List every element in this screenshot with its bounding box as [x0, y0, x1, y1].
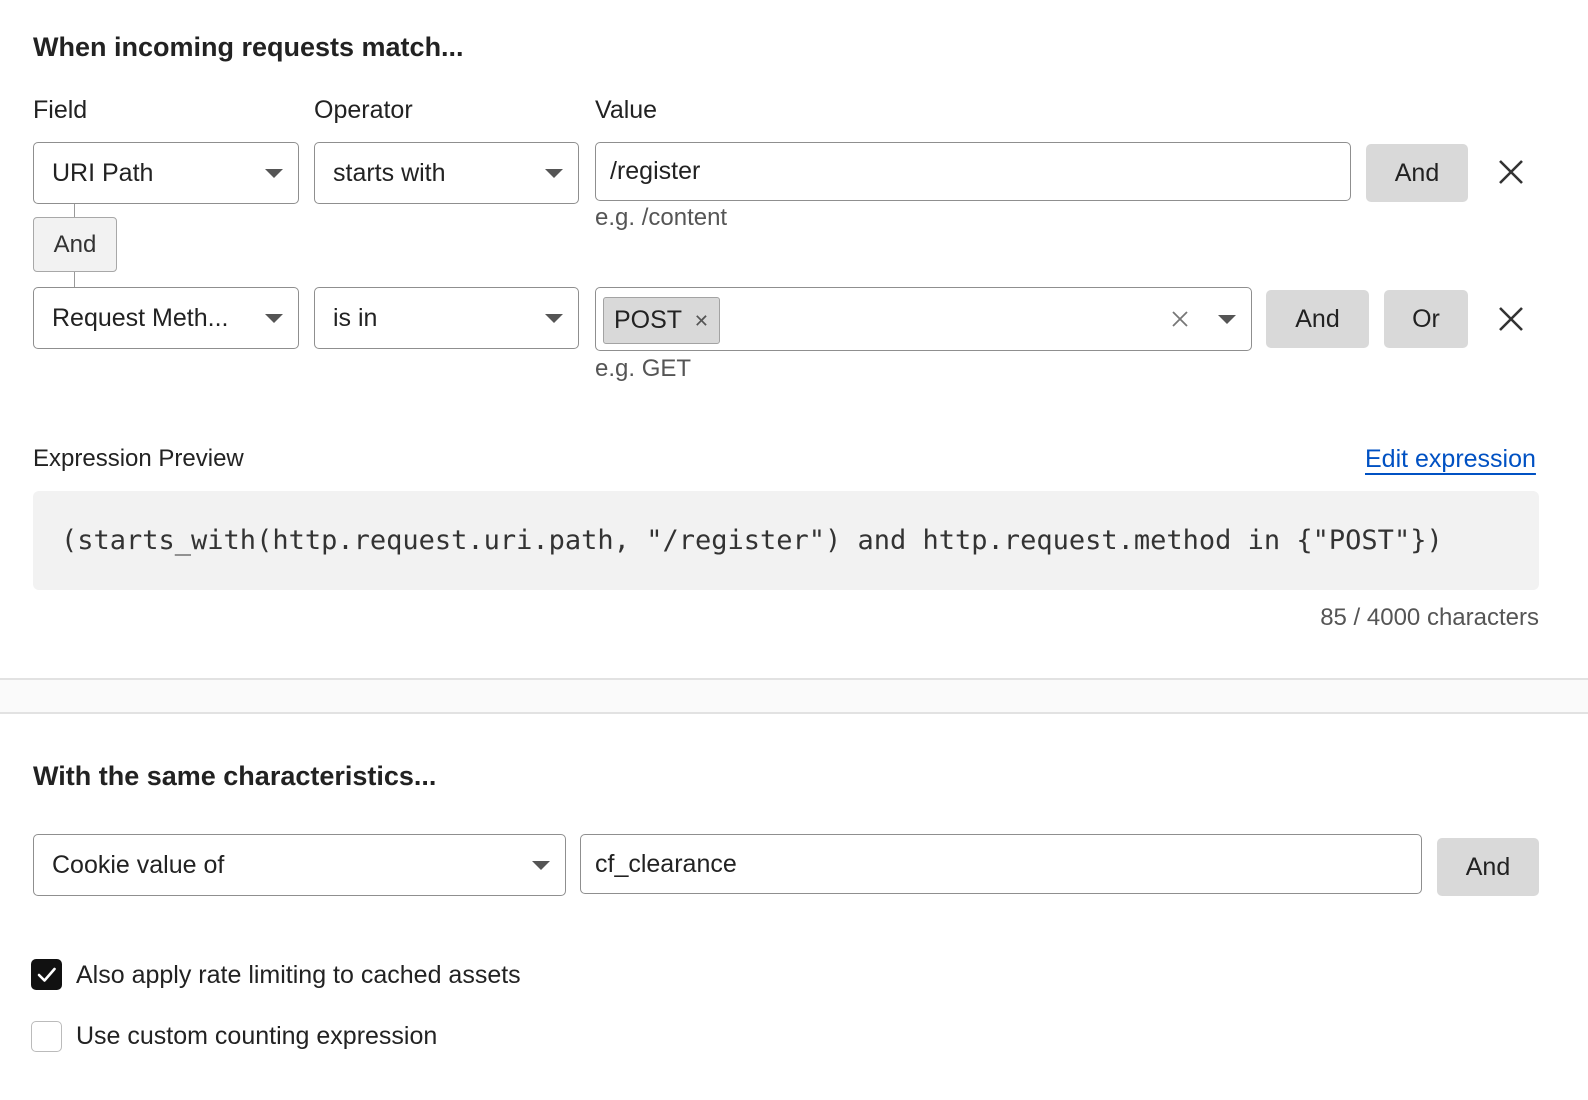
or-button-row-2[interactable]: Or	[1384, 290, 1468, 348]
cookie-name-input[interactable]	[580, 834, 1422, 894]
value-chip-post: POST ✕	[603, 297, 720, 344]
chevron-down-icon	[265, 169, 283, 178]
connector-line-top	[74, 204, 75, 217]
and-connector-button[interactable]: And	[33, 217, 117, 272]
field-select-row-2[interactable]: Request Meth...	[33, 287, 299, 349]
operator-select-value: is in	[333, 303, 378, 332]
remove-row-1-close-icon[interactable]	[1491, 152, 1531, 192]
value-column-label: Value	[595, 96, 658, 124]
expression-preview-box: (starts_with(http.request.uri.path, "/re…	[33, 491, 1539, 590]
value-hint-row-1: e.g. /content	[595, 204, 728, 231]
field-select-value: URI Path	[52, 158, 154, 187]
characteristics-section-title: With the same characteristics...	[33, 761, 437, 791]
custom-counting-checkbox[interactable]	[31, 1021, 62, 1052]
and-button-row-2[interactable]: And	[1266, 290, 1369, 348]
chip-label: POST	[614, 306, 683, 334]
expression-preview-text: (starts_with(http.request.uri.path, "/re…	[61, 525, 1443, 556]
operator-select-value: starts with	[333, 158, 446, 187]
operator-select-row-2[interactable]: is in	[314, 287, 579, 349]
chevron-down-icon	[545, 169, 563, 178]
checkmark-icon	[37, 967, 56, 982]
chevron-down-icon	[265, 314, 283, 323]
match-section-title: When incoming requests match...	[33, 32, 464, 62]
characteristic-select-value: Cookie value of	[52, 850, 225, 879]
remove-row-2-close-icon[interactable]	[1491, 299, 1531, 339]
edit-expression-link[interactable]: Edit expression	[1365, 445, 1536, 474]
custom-counting-label: Use custom counting expression	[76, 1022, 438, 1050]
characteristic-select[interactable]: Cookie value of	[33, 834, 566, 896]
value-input-row-1[interactable]	[595, 142, 1351, 201]
connector-line-bottom	[74, 272, 75, 287]
remove-chip-close-icon[interactable]: ✕	[694, 311, 709, 332]
chevron-down-icon[interactable]	[1218, 315, 1236, 324]
chevron-down-icon	[532, 861, 550, 870]
value-hint-row-2: e.g. GET	[595, 355, 692, 382]
field-column-label: Field	[33, 96, 88, 124]
cached-assets-checkbox[interactable]	[31, 959, 62, 990]
expression-preview-label: Expression Preview	[33, 445, 244, 472]
field-select-row-1[interactable]: URI Path	[33, 142, 299, 204]
field-select-value: Request Meth...	[52, 303, 229, 332]
characteristics-and-button[interactable]: And	[1437, 838, 1539, 896]
operator-column-label: Operator	[314, 96, 413, 124]
character-counter: 85 / 4000 characters	[1320, 604, 1539, 631]
chevron-down-icon	[545, 314, 563, 323]
clear-selection-close-icon[interactable]	[1166, 305, 1194, 333]
cached-assets-label: Also apply rate limiting to cached asset…	[76, 961, 521, 989]
operator-select-row-1[interactable]: starts with	[314, 142, 579, 204]
and-button-row-1[interactable]: And	[1366, 144, 1468, 202]
section-divider	[0, 678, 1588, 714]
